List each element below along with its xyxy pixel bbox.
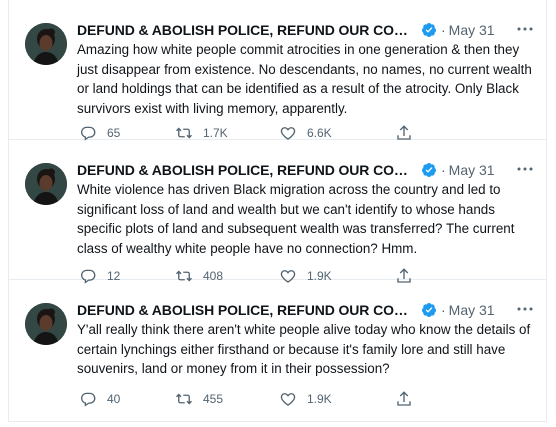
tweet[interactable]: DEFUND & ABOLISH POLICE, REFUND OUR COMM…: [9, 0, 546, 141]
separator-dot: ·: [441, 162, 446, 178]
more-options-icon[interactable]: [516, 302, 534, 316]
reply-count: 65: [107, 126, 121, 140]
like-count: 1.9K: [307, 392, 332, 406]
verified-badge-icon: [421, 303, 436, 317]
tweet-date[interactable]: May 31: [449, 302, 495, 318]
tweet-content: DEFUND & ABOLISH POLICE, REFUND OUR COMM…: [77, 20, 534, 118]
tweet-header: DEFUND & ABOLISH POLICE, REFUND OUR COMM…: [77, 160, 534, 180]
tweet-text: Amazing how white people commit atrociti…: [77, 42, 532, 116]
avatar[interactable]: [25, 23, 67, 65]
tweet-thread: DEFUND & ABOLISH POLICE, REFUND OUR COMM…: [8, 0, 547, 422]
tweet[interactable]: DEFUND & ABOLISH POLICE, REFUND OUR COMM…: [9, 140, 546, 284]
author-name[interactable]: DEFUND & ABOLISH POLICE, REFUND OUR COMM…: [77, 162, 417, 178]
more-options-icon[interactable]: [516, 22, 534, 36]
tweet-content: DEFUND & ABOLISH POLICE, REFUND OUR COMM…: [77, 300, 534, 379]
like-button[interactable]: 1.9K: [279, 389, 332, 409]
tweet-date[interactable]: May 31: [449, 162, 495, 178]
tweet-header: DEFUND & ABOLISH POLICE, REFUND OUR COMM…: [77, 20, 534, 40]
share-icon: [397, 391, 411, 406]
tweet-date[interactable]: May 31: [449, 22, 495, 38]
like-count: 6.6K: [307, 126, 332, 140]
retweet-button[interactable]: 455: [175, 389, 223, 409]
author-name[interactable]: DEFUND & ABOLISH POLICE, REFUND OUR COMM…: [77, 22, 417, 38]
tweet[interactable]: DEFUND & ABOLISH POLICE, REFUND OUR COMM…: [9, 280, 546, 420]
avatar[interactable]: [25, 163, 67, 205]
retweet-count: 1.7K: [203, 126, 228, 140]
reply-count: 40: [107, 392, 121, 406]
separator-dot: ·: [441, 302, 446, 318]
heart-icon: [280, 393, 296, 406]
tweet-header: DEFUND & ABOLISH POLICE, REFUND OUR COMM…: [77, 300, 534, 320]
retweet-count: 455: [203, 392, 224, 406]
reply-icon: [80, 392, 96, 407]
retweet-icon: [176, 393, 192, 405]
verified-badge-icon: [421, 163, 436, 177]
share-button[interactable]: [395, 389, 423, 409]
verified-badge-icon: [421, 23, 436, 37]
tweet-content: DEFUND & ABOLISH POLICE, REFUND OUR COMM…: [77, 160, 534, 258]
tweet-text: White violence has driven Black migratio…: [77, 182, 515, 256]
separator-dot: ·: [441, 22, 446, 38]
tweet-text: Y'all really think there aren't white pe…: [77, 322, 531, 376]
author-name[interactable]: DEFUND & ABOLISH POLICE, REFUND OUR COMM…: [77, 302, 417, 318]
avatar[interactable]: [25, 303, 67, 345]
more-options-icon[interactable]: [516, 162, 534, 176]
reply-button[interactable]: 40: [79, 389, 120, 409]
